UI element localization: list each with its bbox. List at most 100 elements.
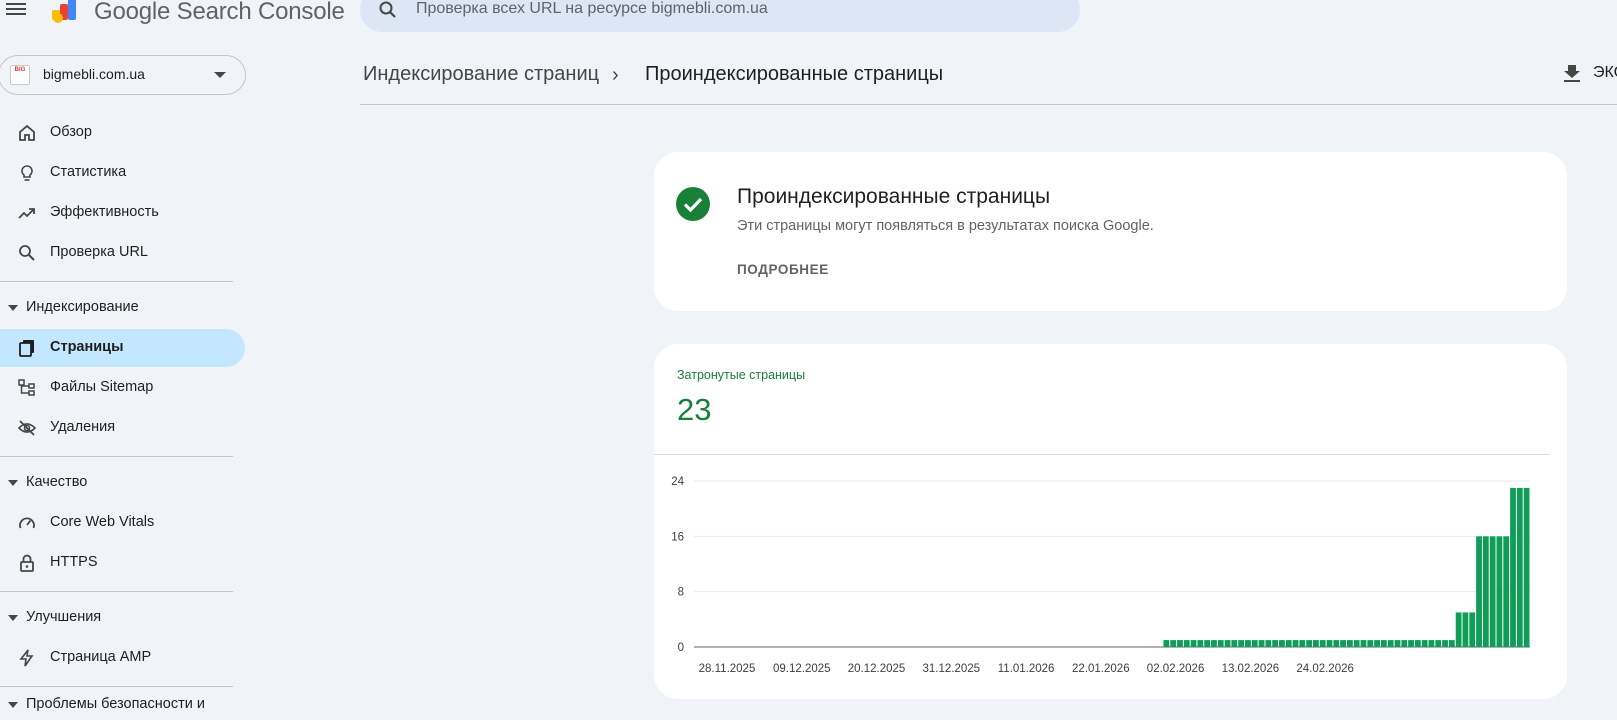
chart-bar — [1285, 640, 1292, 647]
metric-value: 23 — [677, 392, 712, 427]
sidebar-item-label: Файлы Sitemap — [50, 379, 154, 395]
chart-bar — [1299, 640, 1306, 647]
status-title: Проиндексированные страницы — [737, 185, 1051, 208]
sidebar-item-statistics[interactable]: Статистика — [0, 154, 245, 192]
chart-bar — [1414, 640, 1421, 647]
sidebar-item-label: HTTPS — [50, 554, 98, 570]
metric-label: Затронутые страницы — [677, 368, 806, 382]
chart-bar — [1265, 640, 1272, 647]
sidebar-item-core-web-vitals[interactable]: Core Web Vitals — [0, 504, 245, 542]
pages-icon — [19, 340, 34, 357]
x-tick-label: 09.12.2025 — [773, 663, 831, 675]
chevron-down-icon[interactable] — [214, 72, 226, 78]
search-icon — [19, 245, 35, 261]
chart-bar — [1387, 640, 1394, 647]
search-input[interactable]: Проверка всех URL на ресурсе bigmebli.co… — [416, 0, 768, 18]
sidebar-item-performance[interactable]: Эффективность — [0, 194, 245, 232]
chart-bar — [1346, 640, 1353, 647]
home-icon — [19, 124, 35, 141]
chart-bar — [1462, 612, 1469, 647]
chart-bar — [1510, 487, 1516, 647]
chart-bar — [1428, 640, 1435, 647]
chart-bar — [1217, 640, 1224, 647]
sidebar-item-sitemaps[interactable]: Файлы Sitemap — [0, 369, 245, 407]
sidebar-divider — [0, 281, 233, 282]
chart-bar — [1496, 536, 1503, 647]
chart-bar — [1448, 640, 1455, 647]
chart-bar — [1258, 640, 1265, 647]
chart-bar — [1408, 640, 1414, 647]
search-icon[interactable] — [378, 0, 398, 20]
chart-bar — [1211, 640, 1217, 647]
header-divider — [360, 104, 1617, 105]
chart-bar — [1455, 612, 1462, 647]
indexed-pages-chart: 0 8 16 24 28.11.2025 09.12.2025 20.12.2025 31.1… — [671, 476, 1530, 675]
chart-bar — [1177, 640, 1183, 647]
chart-bar — [1340, 640, 1346, 647]
sidebar-section-quality[interactable]: Качество — [0, 468, 245, 498]
caret-down-icon — [8, 702, 18, 708]
y-tick-label: 0 — [678, 642, 684, 654]
learn-more-link[interactable]: ПОДРОБНЕЕ — [737, 262, 829, 277]
caret-down-icon — [8, 305, 18, 311]
sidebar-section-security[interactable]: Проблемы безопасности и — [0, 690, 245, 720]
property-favicon: BIG — [10, 65, 30, 85]
chart-bar — [1279, 640, 1285, 647]
sidebar-item-amp[interactable]: Страница AMP — [0, 639, 245, 677]
x-tick-label: 13.02.2026 — [1222, 663, 1280, 675]
chart-bar — [1469, 612, 1476, 647]
sidebar-section-label: Проблемы безопасности и — [26, 696, 205, 712]
chart-bar — [1238, 640, 1245, 647]
chart-bar — [1489, 536, 1496, 647]
lock-icon — [20, 554, 34, 572]
chart-bar — [1326, 640, 1333, 647]
property-name: bigmebli.com.ua — [43, 66, 145, 82]
chart-bar — [1367, 640, 1374, 647]
chart-bar — [1516, 487, 1523, 647]
chart-bar — [1306, 640, 1313, 647]
sidebar-section-indexing[interactable]: Индексирование — [0, 293, 245, 323]
sidebar-item-label: Статистика — [50, 164, 127, 180]
sidebar-item-url-inspection[interactable]: Проверка URL — [0, 234, 245, 272]
sidebar-section-label: Индексирование — [26, 299, 139, 315]
sidebar-section-enhancements[interactable]: Улучшения — [0, 603, 245, 633]
sidebar-item-pages[interactable]: Страницы — [0, 329, 245, 367]
chart-bar — [1374, 640, 1380, 647]
x-tick-label: 02.02.2026 — [1147, 663, 1205, 675]
sidebar-item-https[interactable]: HTTPS — [0, 544, 245, 582]
menu-icon[interactable] — [6, 0, 30, 18]
sidebar-item-label: Страница AMP — [50, 649, 152, 665]
trending-up-icon — [18, 208, 35, 219]
x-tick-label: 20.12.2025 — [848, 663, 906, 675]
chart-bar — [1183, 640, 1190, 647]
chart-bar — [1170, 640, 1177, 647]
export-button[interactable]: ЭКС — [1593, 64, 1617, 82]
sidebar-item-label: Удаления — [50, 419, 116, 435]
chart-bar — [1394, 640, 1401, 647]
sidebar-item-overview[interactable]: Обзор — [0, 114, 245, 152]
chart-bar — [1231, 640, 1238, 647]
chart-bar — [1319, 640, 1326, 647]
bolt-icon — [19, 649, 34, 667]
chart-bar — [1503, 536, 1510, 647]
y-tick-label: 16 — [671, 531, 684, 543]
chart-bar — [1163, 640, 1170, 647]
sidebar-item-label: Обзор — [50, 124, 92, 140]
chart-bar — [1476, 536, 1482, 647]
download-icon[interactable] — [1563, 63, 1581, 83]
breadcrumb-parent[interactable]: Индексирование страниц — [363, 63, 599, 86]
sidebar-item-removals[interactable]: Удаления — [0, 409, 245, 447]
caret-down-icon — [8, 615, 18, 621]
sidebar-item-label: Страницы — [50, 339, 124, 355]
app-title: Google Search Console — [94, 0, 345, 25]
speed-icon — [19, 517, 35, 529]
sidebar-item-label: Проверка URL — [50, 244, 148, 260]
status-description: Эти страницы могут появляться в результа… — [737, 218, 1154, 234]
chart-bar — [1292, 640, 1299, 647]
sidebar-divider — [0, 686, 233, 687]
chart-bar — [1190, 640, 1197, 647]
search-console-logo-icon — [52, 0, 76, 23]
chart-bar — [1197, 640, 1204, 647]
page-title: Проиндексированные страницы — [645, 63, 944, 85]
sidebar-section-label: Качество — [26, 474, 88, 490]
